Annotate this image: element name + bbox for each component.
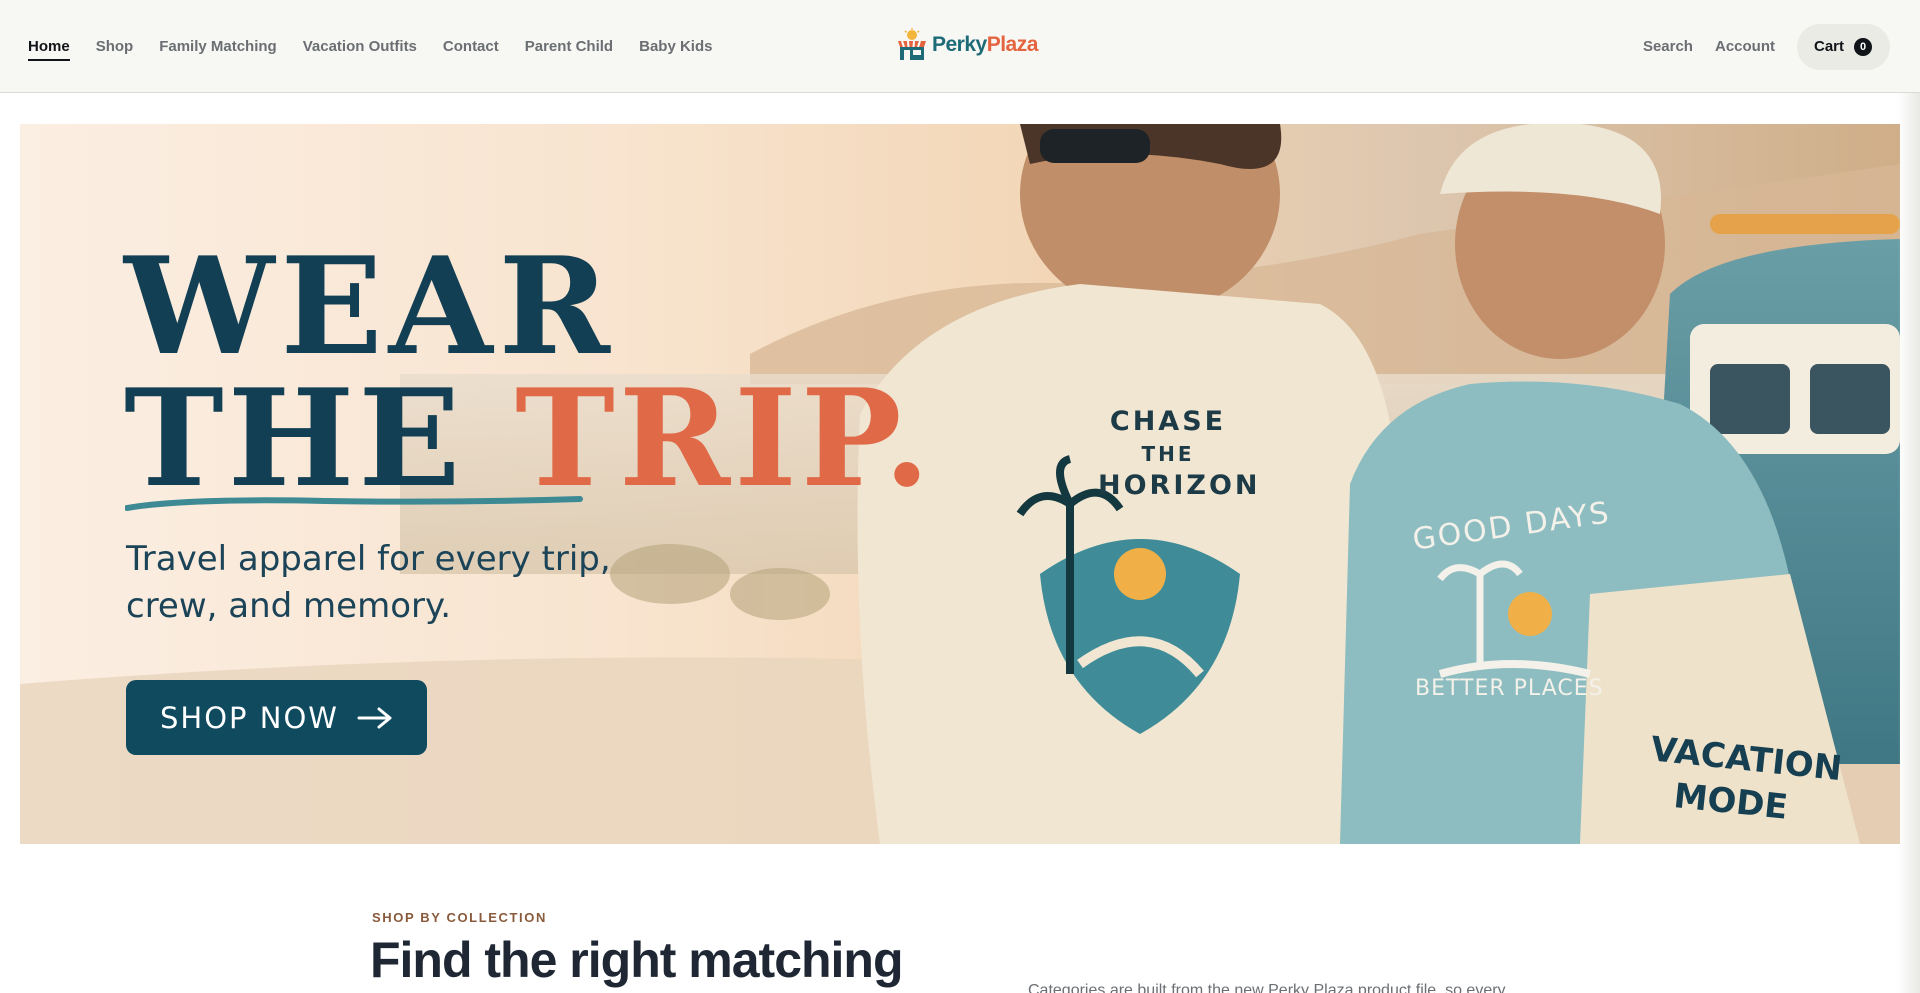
nav-vacation-outfits[interactable]: Vacation Outfits xyxy=(303,34,417,59)
hero-headline: WEAR THE TRIP. xyxy=(124,239,934,505)
account-link[interactable]: Account xyxy=(1715,38,1775,55)
cart-label: Cart xyxy=(1813,38,1844,55)
nav-family-matching[interactable]: Family Matching xyxy=(159,34,277,59)
nav-baby-kids[interactable]: Baby Kids xyxy=(639,34,712,59)
hero-subtitle: Travel apparel for every trip, crew, and… xyxy=(126,539,611,626)
shop-now-label: SHOP NOW xyxy=(160,700,339,735)
section-description: Categories are built from the new Perky … xyxy=(1028,982,1506,993)
cart-button[interactable]: Cart 0 xyxy=(1796,23,1890,70)
shop-now-button[interactable]: SHOP NOW xyxy=(126,680,427,755)
main-nav: Home Shop Family Matching Vacation Outfi… xyxy=(28,0,712,93)
site-header: Home Shop Family Matching Vacation Outfi… xyxy=(0,0,1920,93)
cart-count-badge: 0 xyxy=(1854,37,1872,56)
section-eyebrow: SHOP BY COLLECTION xyxy=(372,910,547,925)
site-logo[interactable]: PerkyPlaza xyxy=(896,26,1038,64)
search-link[interactable]: Search xyxy=(1643,38,1693,55)
nav-home[interactable]: Home xyxy=(28,34,70,61)
storefront-logo-icon xyxy=(898,28,926,60)
hero-headline-line2: THE TRIP. xyxy=(124,359,935,517)
tote-print-text: VACATION MODE xyxy=(1648,729,1844,828)
nav-shop[interactable]: Shop xyxy=(96,34,134,59)
nav-contact[interactable]: Contact xyxy=(443,34,499,59)
brush-stroke-divider xyxy=(125,496,583,511)
header-utilities: Search Account Cart 0 xyxy=(1643,0,1890,93)
section-title: Find the right matching xyxy=(370,932,904,988)
hero-banner[interactable]: CHASE THE HORIZON GOOD DAYS BETTER PLACE… xyxy=(20,124,1900,844)
logo-wordmark: PerkyPlaza xyxy=(932,33,1038,56)
scroll-edge-shadow xyxy=(1898,93,1920,993)
hero-headline-line1: WEAR xyxy=(124,227,616,385)
shop-by-collection-section: SHOP BY COLLECTION Find the right matchi… xyxy=(0,870,1920,993)
tee-print-text: CHASE THE HORIZON xyxy=(1098,406,1261,501)
nav-parent-child[interactable]: Parent Child xyxy=(525,34,613,59)
sweater-print-text-bottom: BETTER PLACES xyxy=(1415,676,1604,701)
arrow-right-icon xyxy=(357,707,392,728)
